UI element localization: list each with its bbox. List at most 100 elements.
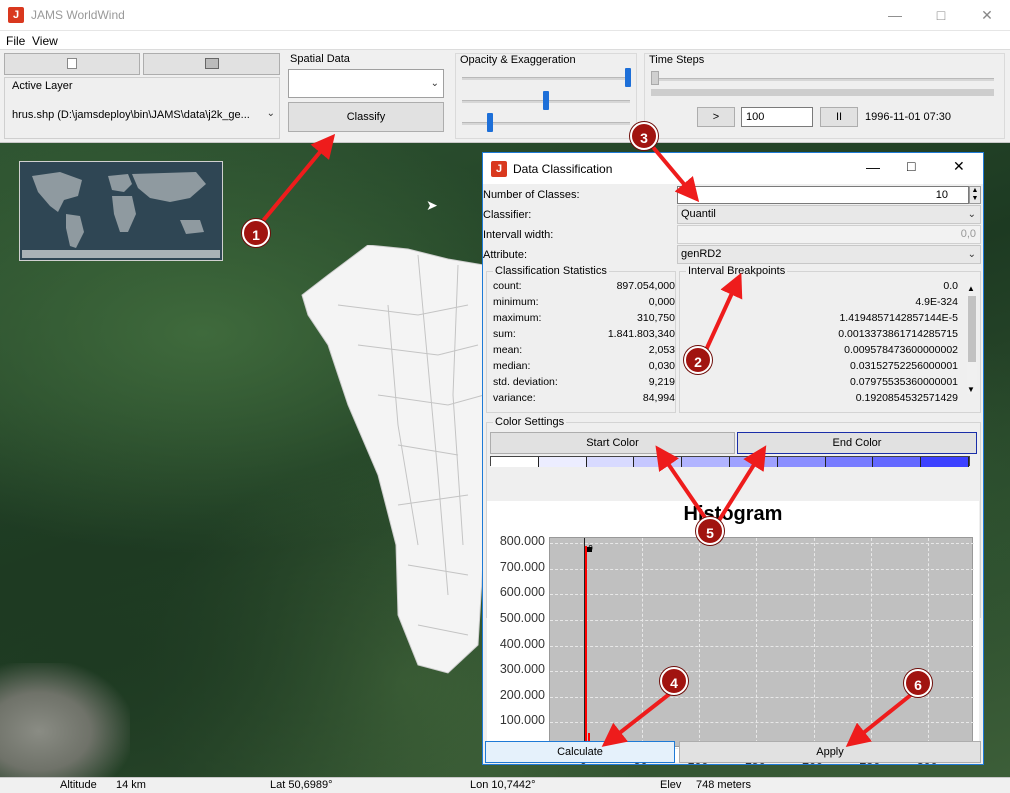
y-gridline <box>550 594 974 596</box>
apply-button[interactable]: Apply <box>679 741 981 763</box>
scroll-thumb[interactable] <box>968 296 976 362</box>
world-minimap[interactable] <box>19 161 223 261</box>
x-gridline <box>870 538 872 748</box>
x-gridline <box>928 538 930 748</box>
stat-value: 1.841.803,340 <box>607 328 675 340</box>
exaggeration-slider[interactable] <box>543 91 549 110</box>
time-slider[interactable] <box>651 71 659 85</box>
annotation-badge-3: 3 <box>630 122 658 150</box>
stat-row: minimum: 0,000 <box>493 296 675 312</box>
active-layer-label: Active Layer <box>12 80 73 92</box>
step-input[interactable]: 100 <box>741 107 813 127</box>
stat-key: mean: <box>493 344 523 356</box>
stat-row: sum: 1.841.803,340 <box>493 328 675 344</box>
scroll-up-icon[interactable]: ▲ <box>967 284 975 293</box>
dialog-minimize-icon[interactable]: — <box>866 159 880 175</box>
annotation-badge-4: 4 <box>660 667 688 695</box>
opacity-label: Opacity & Exaggeration <box>460 54 576 66</box>
y-gridline <box>550 722 974 724</box>
histogram-plot-area: 9 <box>549 537 974 749</box>
spatial-data-select[interactable]: ⌄ <box>288 69 444 98</box>
color-swatch <box>825 457 874 467</box>
num-classes-label: Number of Classes: <box>483 189 580 201</box>
urban-area <box>0 663 130 777</box>
close-icon[interactable]: ✕ <box>964 0 1010 31</box>
window-titlebar: J JAMS WorldWind — □ ✕ <box>0 0 1010 31</box>
stat-value: 0,000 <box>648 296 675 308</box>
menu-bar: File View <box>0 31 1010 50</box>
color-swatch <box>730 457 778 467</box>
altitude-value: 14 km <box>116 779 146 791</box>
interval-width-input[interactable]: 0,0 <box>677 225 981 244</box>
stat-key: variance: <box>493 392 536 404</box>
classify-button[interactable]: Classify <box>288 102 444 132</box>
breakpoints-scrollbar[interactable]: ▲ ▼ <box>967 284 977 394</box>
opacity-slider[interactable] <box>625 68 631 87</box>
layer-button-2[interactable] <box>143 53 280 75</box>
chevron-down-icon[interactable]: ⌄ <box>267 108 275 119</box>
start-color-button[interactable]: Start Color <box>490 432 735 454</box>
time-steps-panel: Time Steps > 100 II 1996-11-01 07:30 <box>644 53 1005 139</box>
stat-row: mean: 2,053 <box>493 344 675 360</box>
latitude-readout: Lat 50,6989° <box>270 779 333 791</box>
y-gridline <box>550 619 974 621</box>
layer-button-1[interactable] <box>4 53 140 75</box>
scroll-down-icon[interactable]: ▼ <box>967 385 975 394</box>
breakpoints-title: Interval Breakpoints <box>686 265 788 277</box>
y-tick-label: 100.000 <box>499 713 545 728</box>
attribute-value: genRD2 <box>681 248 722 260</box>
classifier-value: Quantil <box>681 208 716 220</box>
y-gridline <box>550 696 974 698</box>
hru-shape-layer <box>301 245 485 674</box>
calculate-button[interactable]: Calculate <box>485 741 675 763</box>
menu-file[interactable]: File <box>6 34 25 48</box>
y-tick-label: 800.000 <box>499 534 545 549</box>
breakpoint-value: 0.0013373861714285715 <box>838 328 958 340</box>
stat-row: std. deviation: 9,219 <box>493 376 675 392</box>
app-logo-icon: J <box>8 7 24 23</box>
active-layer-select[interactable]: hrus.shp (D:\jamsdeploy\bin\JAMS\data\j2… <box>12 109 250 121</box>
menu-view[interactable]: View <box>32 34 58 48</box>
third-slider[interactable] <box>487 113 493 132</box>
y-gridline <box>550 543 974 545</box>
stats-title: Classification Statistics <box>493 265 609 277</box>
stat-value: 0,030 <box>648 360 675 372</box>
color-swatch <box>682 457 730 467</box>
pause-button[interactable]: II <box>820 107 858 127</box>
num-classes-spinner[interactable]: 10 <box>677 186 969 204</box>
end-color-button[interactable]: End Color <box>737 432 977 454</box>
dialog-maximize-icon[interactable]: □ <box>907 158 915 174</box>
mouse-cursor-icon: ➤ <box>426 197 438 213</box>
spatial-data-label: Spatial Data <box>290 53 350 65</box>
spinner-arrows-icon[interactable]: ▲ ▼ <box>969 186 981 204</box>
stat-value: 84,994 <box>642 392 675 404</box>
breakpoint-value: 1.4194857142857144E-5 <box>839 312 958 324</box>
x-gridline <box>813 538 815 748</box>
play-button[interactable]: > <box>697 107 735 127</box>
annotation-badge-5: 5 <box>696 517 724 545</box>
annotation-badge-2: 2 <box>684 346 712 374</box>
annotation-badge-1: 1 <box>242 219 270 247</box>
minimize-icon[interactable]: — <box>872 0 918 31</box>
histogram-chart: Histogram 0,000100.000200.000300.000400.… <box>487 501 979 767</box>
blank-page-icon <box>67 58 77 69</box>
color-swatch <box>538 457 587 467</box>
opacity-panel: Opacity & Exaggeration <box>455 53 637 139</box>
stat-row: maximum: 310,750 <box>493 312 675 328</box>
longitude-readout: Lon 10,7442° <box>470 779 536 791</box>
world-map-icon <box>20 162 222 260</box>
stat-value: 9,219 <box>648 376 675 388</box>
stat-key: count: <box>493 280 522 292</box>
classifier-select[interactable]: Quantil ⌄ <box>677 205 981 224</box>
window-title: JAMS WorldWind <box>31 8 125 22</box>
stat-value: 897.054,000 <box>616 280 675 292</box>
dialog-titlebar: J Data Classification — □ ✕ <box>483 153 983 184</box>
attribute-select[interactable]: genRD2 ⌄ <box>677 245 981 264</box>
dialog-close-icon[interactable]: ✕ <box>953 158 965 175</box>
elevation-label: Elev <box>660 779 682 791</box>
maximize-icon[interactable]: □ <box>918 0 964 31</box>
chart-title: Histogram <box>683 503 783 525</box>
color-swatch <box>491 457 539 467</box>
dialog-title: Data Classification <box>513 162 613 176</box>
color-swatch <box>586 457 635 467</box>
